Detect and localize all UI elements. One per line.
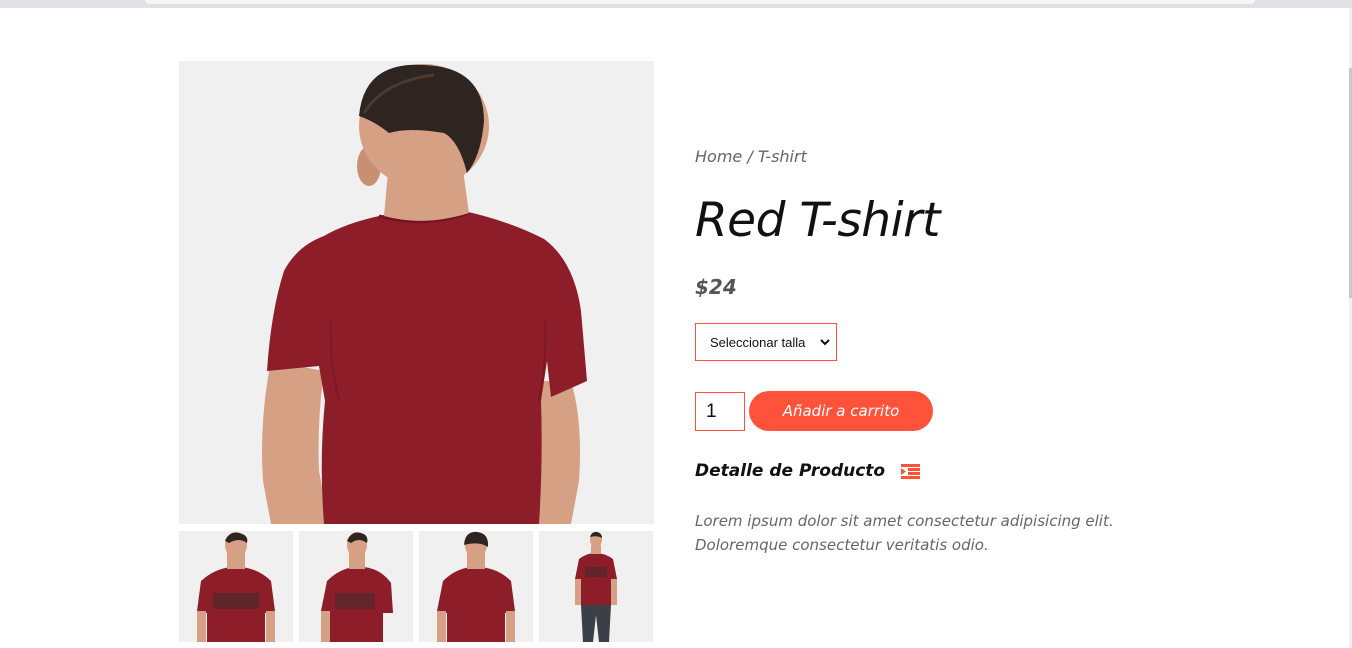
chevron-down-icon (820, 335, 830, 349)
product-main-image (179, 61, 654, 524)
thumbnail-side[interactable] (299, 531, 413, 642)
product-thumbnails (179, 531, 653, 642)
indent-icon[interactable] (901, 463, 921, 479)
browser-tab-strip (145, 0, 1255, 4)
size-select[interactable]: Seleccionar talla (695, 323, 837, 361)
thumbnail-full-body[interactable] (539, 531, 653, 642)
product-title: Red T-shirt (695, 193, 940, 248)
breadcrumb-current-link[interactable]: T-shirt (758, 147, 807, 166)
add-to-cart-row: 1 Añadir a carrito (695, 391, 1255, 431)
product-details: Home / T-shirt Red T-shirt $24 Seleccion… (695, 140, 1255, 557)
product-description: Lorem ipsum dolor sit amet consectetur a… (695, 509, 1255, 557)
product-description-line-2: Doloremque consectetur veritatis odio. (695, 536, 989, 554)
product-detail-heading-label: Detalle de Producto (695, 461, 886, 481)
thumbnail-front[interactable] (179, 531, 293, 642)
product-description-line-1: Lorem ipsum dolor sit amet consectetur a… (695, 512, 1114, 530)
product-detail-heading[interactable]: Detalle de Producto (695, 461, 1255, 481)
thumbnail-back[interactable] (419, 531, 533, 642)
add-to-cart-button[interactable]: Añadir a carrito (749, 391, 933, 431)
product-price: $24 (695, 275, 737, 299)
breadcrumb: Home / T-shirt (695, 140, 1255, 174)
breadcrumb-separator: / (742, 147, 758, 166)
browser-top-bar (0, 0, 1352, 8)
breadcrumb-home-link[interactable]: Home (695, 147, 742, 166)
quantity-input[interactable]: 1 (695, 391, 745, 431)
size-select-value: Seleccionar talla (710, 334, 806, 350)
